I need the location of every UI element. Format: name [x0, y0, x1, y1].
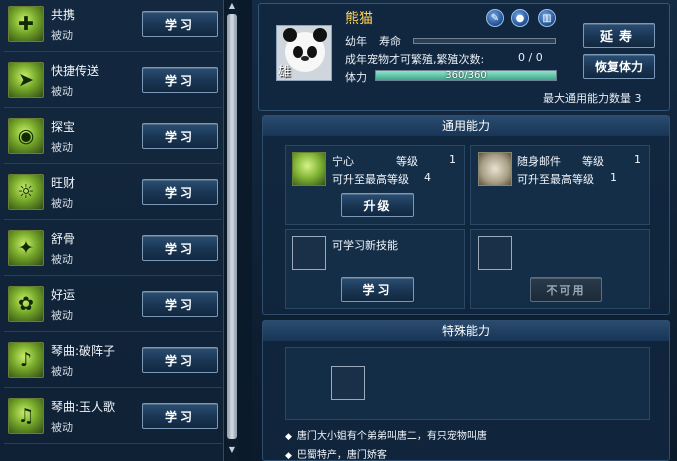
ability-max-label: 可升至最高等级 — [332, 173, 409, 186]
learn-skill-button[interactable]: 学习 — [142, 179, 218, 205]
ability-max-level: 1 — [610, 171, 617, 184]
learn-skill-button[interactable]: 学习 — [142, 123, 218, 149]
panda-ear — [283, 28, 297, 42]
empty-special-slot[interactable] — [331, 366, 365, 400]
max-ability-label: 最大通用能力数量 — [543, 92, 631, 105]
unavailable-button: 不可用 — [530, 277, 602, 302]
learn-skill-button[interactable]: 学习 — [142, 11, 218, 37]
max-ability-value: 3 — [634, 92, 642, 105]
meditation-icon[interactable] — [292, 152, 326, 186]
pet-age: 幼年 — [345, 35, 367, 48]
skill-name: 探宝 — [51, 120, 76, 134]
note-text: 巴蜀特产，唐门娇客 — [296, 450, 387, 461]
eye-icon: ◉ — [8, 118, 44, 154]
learn-new-skill-button[interactable]: 学习 — [341, 277, 414, 302]
scroll-down-icon[interactable]: ▼ — [227, 445, 237, 455]
panda-nose — [301, 56, 309, 61]
sun-moon-icon: ☼ — [8, 174, 44, 210]
learn-skill-button[interactable]: 学习 — [142, 291, 218, 317]
ability-name: 随身邮件 — [517, 155, 561, 168]
qin-icon: ♫ — [8, 398, 44, 434]
skill-type: 被动 — [51, 29, 73, 42]
skill-type: 被动 — [51, 421, 73, 434]
learn-skill-button[interactable]: 学习 — [142, 67, 218, 93]
ability-level-label: 等级 — [582, 155, 604, 168]
panda-eye — [307, 46, 317, 58]
special-abilities-title: 特殊能力 — [263, 321, 669, 341]
skill-row: ♪ 琴曲:破阵子 被动 学习 — [4, 336, 222, 388]
skill-type: 被动 — [51, 85, 73, 98]
scroll-thumb[interactable] — [227, 14, 237, 439]
skill-row: ◉ 探宝 被动 学习 — [4, 112, 222, 164]
skill-name: 旺财 — [51, 176, 76, 190]
skill-name: 共携 — [51, 8, 76, 22]
life-bar — [413, 38, 556, 44]
ability-name: 宁心 — [332, 155, 354, 168]
diamond-bullet-icon: ◆ — [285, 432, 292, 442]
sack-icon: ✚ — [8, 6, 44, 42]
scroll-up-icon[interactable]: ▲ — [227, 1, 237, 11]
pet-name: 熊猫 — [345, 11, 373, 27]
skill-row: ➤ 快捷传送 被动 学习 — [4, 56, 222, 108]
restore-stamina-button[interactable]: 恢复体力 — [583, 54, 655, 79]
extend-life-button[interactable]: 延寿 — [583, 23, 655, 48]
skill-type: 被动 — [51, 253, 73, 266]
hp-bar: 360/360 — [375, 70, 557, 81]
breed-info: 成年宠物才可繁殖,繁殖次数: — [345, 53, 485, 66]
hp-label: 体力 — [345, 71, 367, 84]
panda-ear — [313, 28, 327, 42]
skill-name: 快捷传送 — [51, 64, 100, 78]
hp-value: 360/360 — [445, 70, 487, 81]
pet-run-icon: ✦ — [8, 230, 44, 266]
skill-name: 琴曲:破阵子 — [51, 344, 116, 358]
horse-cart-icon[interactable] — [478, 152, 512, 186]
skill-name: 琴曲:玉人歌 — [51, 400, 116, 414]
pet-description-line: ◆ 巴蜀特产，唐门娇客 — [285, 446, 387, 461]
empty-ability-slot[interactable] — [478, 236, 512, 270]
skill-row: ☼ 旺财 被动 学习 — [4, 168, 222, 220]
luck-icon: ✿ — [8, 286, 44, 322]
learn-skill-button[interactable]: 学习 — [142, 347, 218, 373]
learn-skill-button[interactable]: 学习 — [142, 403, 218, 429]
pet-description-line: ◆ 唐门大小姐有个弟弟叫唐二，有只宠物叫唐 — [285, 427, 487, 442]
teleport-icon: ➤ — [8, 62, 44, 98]
trash-icon[interactable]: ▥ — [538, 9, 556, 27]
skill-type: 被动 — [51, 365, 73, 378]
pet-gender: 雄 — [278, 65, 292, 80]
ability-level: 1 — [634, 153, 641, 166]
ability-max-label: 可升至最高等级 — [517, 173, 594, 186]
skill-type: 被动 — [51, 309, 73, 322]
skill-name: 舒骨 — [51, 232, 76, 246]
skill-row: ♫ 琴曲:玉人歌 被动 学习 — [4, 392, 222, 444]
ability-level-label: 等级 — [396, 155, 418, 168]
ability-max-level: 4 — [424, 171, 431, 184]
upgrade-button[interactable]: 升级 — [341, 193, 414, 217]
note-text: 唐门大小姐有个弟弟叫唐二，有只宠物叫唐 — [296, 431, 487, 442]
learn-skill-button[interactable]: 学习 — [142, 235, 218, 261]
empty-ability-slot[interactable] — [292, 236, 326, 270]
skill-row: ✿ 好运 被动 学习 — [4, 280, 222, 332]
max-ability-count: 最大通用能力数量 3 — [543, 90, 642, 106]
skill-type: 被动 — [51, 141, 73, 154]
breed-count: 0 / 0 — [518, 51, 543, 64]
learn-new-skill-label: 可学习新技能 — [332, 239, 398, 252]
skill-row: ✦ 舒骨 被动 学习 — [4, 224, 222, 276]
life-label: 寿命 — [379, 35, 401, 48]
general-abilities-title: 通用能力 — [263, 116, 669, 136]
orb-icon[interactable]: ● — [511, 9, 529, 27]
skill-name: 好运 — [51, 288, 76, 302]
skill-list-panel: ✚ 共携 被动 学习 ➤ 快捷传送 被动 学习 ◉ 探宝 被动 学习 ☼ 旺财 … — [0, 0, 224, 461]
brush-icon[interactable]: ✎ — [486, 9, 504, 27]
ability-level: 1 — [449, 153, 456, 166]
skill-row: ✚ 共携 被动 学习 — [4, 0, 222, 52]
diamond-bullet-icon: ◆ — [285, 451, 292, 461]
skill-type: 被动 — [51, 197, 73, 210]
qin-icon: ♪ — [8, 342, 44, 378]
skill-list-scrollbar[interactable]: ▲ ▼ — [226, 0, 238, 461]
